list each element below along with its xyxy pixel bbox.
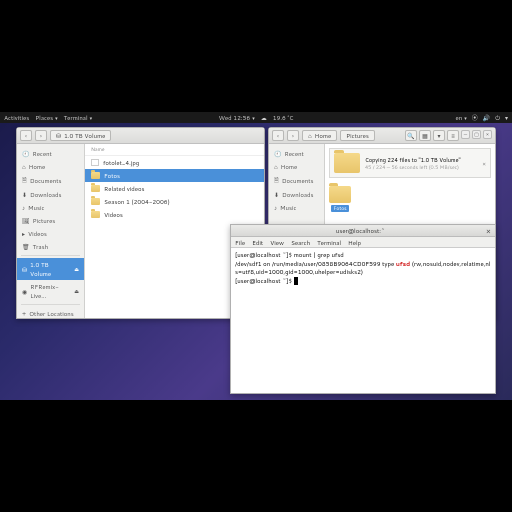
- sidebar-item-remix[interactable]: ◉RFRemix-Live...⏏: [17, 280, 84, 302]
- sidebar-item-downloads[interactable]: ⬇Downloads: [269, 188, 324, 201]
- sidebar-item-music[interactable]: ♪Music: [269, 201, 324, 214]
- sidebar-item-music[interactable]: ♪Music: [17, 201, 84, 214]
- sidebar-item-videos[interactable]: ▸Videos: [17, 227, 84, 240]
- sidebar-item-other[interactable]: +Other Locations: [17, 307, 84, 320]
- plus-icon: +: [22, 309, 26, 318]
- sidebar-item-documents[interactable]: 🗎Documents: [17, 173, 84, 188]
- menu-edit[interactable]: Edit: [252, 238, 263, 247]
- chevron-down-icon[interactable]: ▾: [505, 113, 508, 122]
- menu-file[interactable]: File: [235, 238, 245, 247]
- folder-icon: [91, 172, 100, 179]
- forward-button[interactable]: ›: [287, 130, 299, 141]
- disc-icon: ◉: [22, 287, 27, 296]
- places-menu[interactable]: Places: [35, 113, 57, 122]
- list-item[interactable]: Videos: [85, 208, 264, 221]
- view-dropdown[interactable]: ▾: [433, 130, 445, 141]
- sidebar: 🕘Recent ⌂Home 🗎Documents ⬇Downloads ♪Mus…: [17, 144, 85, 318]
- sidebar-item-documents[interactable]: 🗎Documents: [269, 173, 324, 188]
- back-button[interactable]: ‹: [20, 130, 32, 141]
- cursor: [294, 277, 298, 285]
- a11y-icon[interactable]: ⦿: [472, 113, 478, 122]
- forward-button[interactable]: ›: [35, 130, 47, 141]
- pictures-icon: 🖼: [22, 216, 30, 225]
- folder-icon: [91, 211, 100, 218]
- folder-icon: [91, 185, 100, 192]
- list-item[interactable]: Fotos: [85, 169, 264, 182]
- music-icon: ♪: [22, 203, 25, 212]
- folder-icon: [329, 186, 351, 203]
- folder-label: Fotos: [331, 205, 348, 212]
- videos-icon: ▸: [22, 229, 25, 238]
- copy-progress-banner: Copying 224 files to "1.0 TB Volume" 45 …: [329, 148, 491, 178]
- sidebar-item-volume[interactable]: ⛁1.0 TB Volume⏏: [17, 258, 84, 280]
- music-icon: ♪: [274, 203, 277, 212]
- clock[interactable]: Wed 12:56: [219, 113, 255, 122]
- trash-icon: 🗑: [22, 242, 30, 251]
- terminal-window: user@localhost:~ × File Edit View Search…: [230, 224, 496, 394]
- maximize-button[interactable]: ▢: [472, 130, 481, 139]
- path-home[interactable]: ⌂Home: [302, 130, 337, 141]
- view-grid-button[interactable]: ▦: [419, 130, 431, 141]
- sidebar-item-recent[interactable]: 🕘Recent: [269, 147, 324, 160]
- image-icon: [91, 159, 99, 166]
- folder-icon: [334, 153, 360, 173]
- sidebar-item-home[interactable]: ⌂Home: [17, 160, 84, 173]
- clock-icon: 🕘: [274, 149, 281, 158]
- drive-icon: ⛁: [22, 265, 27, 274]
- temperature: 19.6 °C: [273, 113, 294, 122]
- home-icon: ⌂: [308, 131, 312, 140]
- hamburger-menu[interactable]: ≡: [447, 130, 459, 141]
- power-icon[interactable]: ⏻: [495, 113, 500, 123]
- home-icon: ⌂: [274, 162, 278, 171]
- list-item[interactable]: fotolet_4.jpg: [85, 156, 264, 169]
- activities-button[interactable]: Activities: [4, 113, 29, 122]
- list-item[interactable]: Related videos: [85, 182, 264, 195]
- menu-help[interactable]: Help: [348, 238, 361, 247]
- sidebar-item-pictures[interactable]: 🖼Pictures: [17, 214, 84, 227]
- list-item[interactable]: Season 1 (2004-2006): [85, 195, 264, 208]
- eject-icon[interactable]: ⏏: [74, 266, 79, 273]
- minimize-button[interactable]: —: [461, 130, 470, 139]
- column-header-name[interactable]: Name: [85, 144, 264, 156]
- volume-icon[interactable]: 🔊: [483, 113, 490, 122]
- menu-view[interactable]: View: [270, 238, 284, 247]
- copy-title: Copying 224 files to "1.0 TB Volume": [365, 156, 477, 164]
- sidebar-item-home[interactable]: ⌂Home: [269, 160, 324, 173]
- terminal-title: user@localhost:~: [235, 226, 486, 235]
- cancel-copy-button[interactable]: ×: [482, 159, 486, 168]
- path-button[interactable]: ⛁1.0 TB Volume: [50, 130, 111, 141]
- weather-icon: ☁: [261, 113, 267, 122]
- headerbar: ‹ › ⛁1.0 TB Volume: [17, 128, 264, 144]
- drive-icon: ⛁: [56, 131, 61, 140]
- path-pictures[interactable]: Pictures: [340, 130, 375, 141]
- eject-icon[interactable]: ⏏: [74, 288, 79, 295]
- back-button[interactable]: ‹: [272, 130, 284, 141]
- documents-icon: 🗎: [22, 175, 27, 186]
- sidebar-item-recent[interactable]: 🕘Recent: [17, 147, 84, 160]
- documents-icon: 🗎: [274, 175, 279, 186]
- language-indicator[interactable]: en: [456, 113, 467, 122]
- downloads-icon: ⬇: [22, 190, 27, 199]
- home-icon: ⌂: [22, 162, 26, 171]
- search-button[interactable]: 🔍: [405, 130, 417, 141]
- close-button[interactable]: ×: [486, 225, 491, 237]
- clock-icon: 🕘: [22, 149, 29, 158]
- sidebar-item-downloads[interactable]: ⬇Downloads: [17, 188, 84, 201]
- menu-terminal[interactable]: Terminal: [317, 238, 341, 247]
- sidebar-item-trash[interactable]: 🗑Trash: [17, 240, 84, 253]
- menu-search[interactable]: Search: [291, 238, 310, 247]
- headerbar: ‹ › ⌂Home Pictures 🔍 ▦ ▾ ≡ — ▢ ×: [269, 128, 495, 144]
- copy-subtitle: 45 / 224 — 56 seconds left (0.5 MB/sec): [365, 164, 477, 171]
- terminal-menubar: File Edit View Search Terminal Help: [231, 237, 495, 248]
- downloads-icon: ⬇: [274, 190, 279, 199]
- terminal-output[interactable]: [user@localhost ~]$ mount | grep ufsd /d…: [231, 248, 495, 288]
- folder-icon: [91, 198, 100, 205]
- gnome-top-bar: Activities Places Terminal Wed 12:56 ☁ 1…: [0, 112, 512, 123]
- terminal-titlebar: user@localhost:~ ×: [231, 225, 495, 237]
- terminal-app-menu[interactable]: Terminal: [64, 113, 92, 122]
- folder-item[interactable]: Fotos: [325, 182, 355, 216]
- close-button[interactable]: ×: [483, 130, 492, 139]
- files-window-1: ‹ › ⛁1.0 TB Volume 🕘Recent ⌂Home 🗎Docume…: [16, 127, 265, 319]
